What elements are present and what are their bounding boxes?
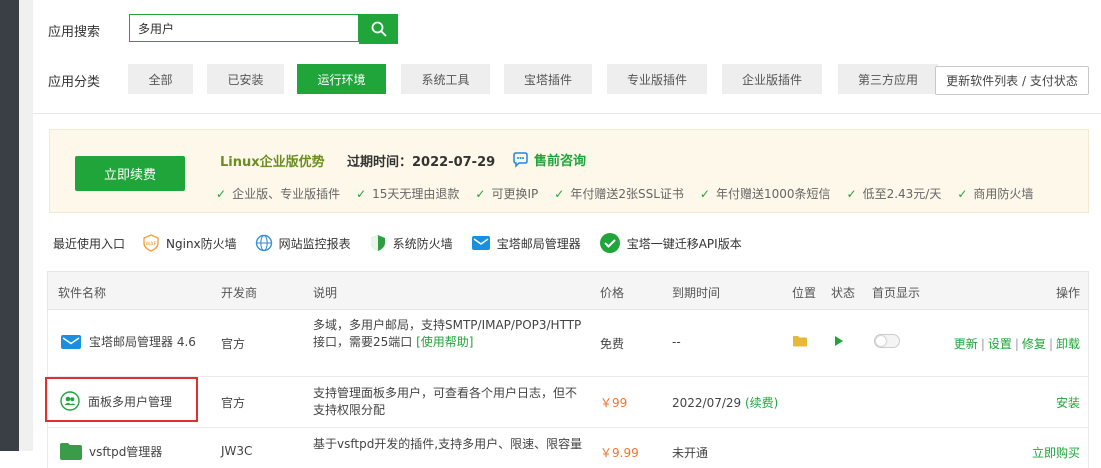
desc-cell: 支持管理面板多用户，可查看各个用户日志，但不支持权限分配 [313,386,578,417]
highlight-box [45,377,198,422]
divider [33,113,1101,114]
check-circle-icon [599,232,621,254]
col-location: 位置 [792,286,817,300]
price-cell: ￥9.99 [600,446,639,460]
left-sidebar [0,0,19,451]
category-label: 应用分类 [48,75,101,90]
banner-title: Linux企业版优势 [220,155,325,170]
settings-link[interactable]: 设置 [988,337,1012,351]
uninstall-link[interactable]: 卸载 [1056,337,1080,351]
developer-cell: JW3C [221,444,253,458]
waf-shield-icon: WAF [142,234,160,252]
feature-item: ✓ 低至2.43元/天 [846,186,942,202]
category-bt-plugins[interactable]: 宝塔插件 [504,64,592,94]
price-cell: ￥99 [600,396,628,410]
category-enterprise-plugins[interactable]: 企业版插件 [722,64,822,94]
banner-expire: 过期时间：2022-07-29 [347,155,496,170]
check-icon: ✓ [356,186,367,201]
mail-icon [471,235,491,251]
recent-migrate-api[interactable]: 宝塔一键迁移API版本 [599,232,742,254]
shield-icon [369,234,387,252]
folder-icon [60,443,82,460]
renew-button[interactable]: 立即续费 [75,156,185,191]
category-system-tools[interactable]: 系统工具 [401,64,490,94]
play-icon[interactable] [834,335,844,350]
folder-icon[interactable] [793,335,808,350]
search-label: 应用搜索 [48,25,101,40]
table-row: 宝塔邮局管理器 4.6 官方 多域，多用户邮局，支持SMTP/IMAP/POP3… [47,310,1089,377]
check-icon: ✓ [554,186,565,201]
app-name-cell[interactable]: 宝塔邮局管理器 4.6 [60,333,196,350]
row-ops: 更新 | 设置 | 修复 | 卸载 [953,337,1080,351]
expire-cell: 未开通 [672,446,709,460]
enterprise-banner: 立即续费 Linux企业版优势 过期时间：2022-07-29 售前咨询 ✓ 企业… [49,129,1089,213]
install-link[interactable]: 安装 [1056,396,1080,410]
search-button[interactable] [359,14,398,44]
col-price: 价格 [600,286,625,300]
desc-cell: 基于vsftpd开发的插件,支持多用户、限速、限容量 [313,437,583,451]
feature-item: ✓ 年付赠送1000条短信 [699,186,831,202]
check-icon: ✓ [846,186,857,201]
table-row: 面板多用户管理 官方 支持管理面板多用户，可查看各个用户日志，但不支持权限分配 … [47,377,1089,428]
app-name-cell[interactable]: vsftpd管理器 [60,442,162,460]
refresh-list-button[interactable]: 更新软件列表 / 支付状态 [935,66,1089,95]
col-desc: 说明 [313,286,338,300]
update-link[interactable]: 更新 [954,337,978,351]
consult-label: 售前咨询 [534,154,587,169]
sidebar-gap [19,0,33,451]
chat-bubble-icon [513,151,528,168]
col-name: 软件名称 [58,286,107,300]
recent-label: 最近使用入口 [53,236,126,251]
price-cell: 免费 [600,337,625,351]
row-ops: 安装 [1056,394,1080,411]
developer-cell: 官方 [221,396,246,410]
check-icon: ✓ [699,186,710,201]
repair-link[interactable]: 修复 [1022,337,1046,351]
feature-item: ✓ 商用防火墙 [957,186,1034,202]
category-pro-plugins[interactable]: 专业版插件 [607,64,707,94]
recent-site-monitor[interactable]: 网站监控报表 [255,234,351,252]
globe-icon [255,234,273,252]
check-icon: ✓ [216,186,227,201]
expire-cell: 2022/07/29 (续费) [672,396,779,410]
recent-mail-manager[interactable]: 宝塔邮局管理器 [471,235,581,252]
row-ops: 立即购买 [1032,444,1080,461]
category-all[interactable]: 全部 [128,64,193,94]
presale-consult-link[interactable]: 售前咨询 [512,150,586,169]
buy-now-link[interactable]: 立即购买 [1032,446,1080,460]
renew-link[interactable]: (续费) [745,396,778,410]
check-icon: ✓ [475,186,486,201]
desc-cell: 多域，多用户邮局，支持SMTP/IMAP/POP3/HTTP接口，需要25端口 … [313,318,582,349]
check-icon: ✓ [957,186,968,201]
feature-list: ✓ 企业版、专业版插件 ✓ 15天无理由退款 ✓ 可更换IP ✓ 年付赠送2张SSL证书… [216,185,1049,202]
col-expire: 到期时间 [672,286,721,300]
help-link[interactable]: [使用帮助] [416,335,473,349]
col-developer: 开发商 [221,286,258,300]
homepage-toggle[interactable] [874,334,900,348]
developer-cell: 官方 [221,337,246,351]
feature-item: ✓ 企业版、专业版插件 [216,186,341,202]
search-icon [371,21,386,37]
recent-entries: 最近使用入口 WAF Nginx防火墙 网站监控报表 系统防火墙 宝塔邮局管理器 [53,232,760,254]
category-installed[interactable]: 已安装 [207,64,284,94]
feature-item: ✓ 年付赠送2张SSL证书 [554,186,684,202]
table-header: 软件名称 开发商 说明 价格 到期时间 位置 状态 首页显示 操作 [47,271,1089,310]
feature-item: ✓ 可更换IP [475,186,539,202]
recent-system-firewall[interactable]: 系统防火墙 [369,234,453,252]
feature-item: ✓ 15天无理由退款 [356,186,460,202]
table-row: vsftpd管理器 JW3C 基于vsftpd开发的插件,支持多用户、限速、限容… [47,428,1089,468]
svg-text:WAF: WAF [146,242,157,248]
col-homepage: 首页显示 [872,286,921,300]
expire-cell: -- [672,335,681,349]
search-input[interactable] [129,14,359,42]
category-runtime[interactable]: 运行环境 [297,64,386,94]
col-status: 状态 [831,286,856,300]
mail-icon [61,334,81,349]
category-third-party[interactable]: 第三方应用 [838,64,938,94]
col-ops: 操作 [1055,286,1080,300]
recent-nginx-firewall[interactable]: WAF Nginx防火墙 [142,234,237,252]
